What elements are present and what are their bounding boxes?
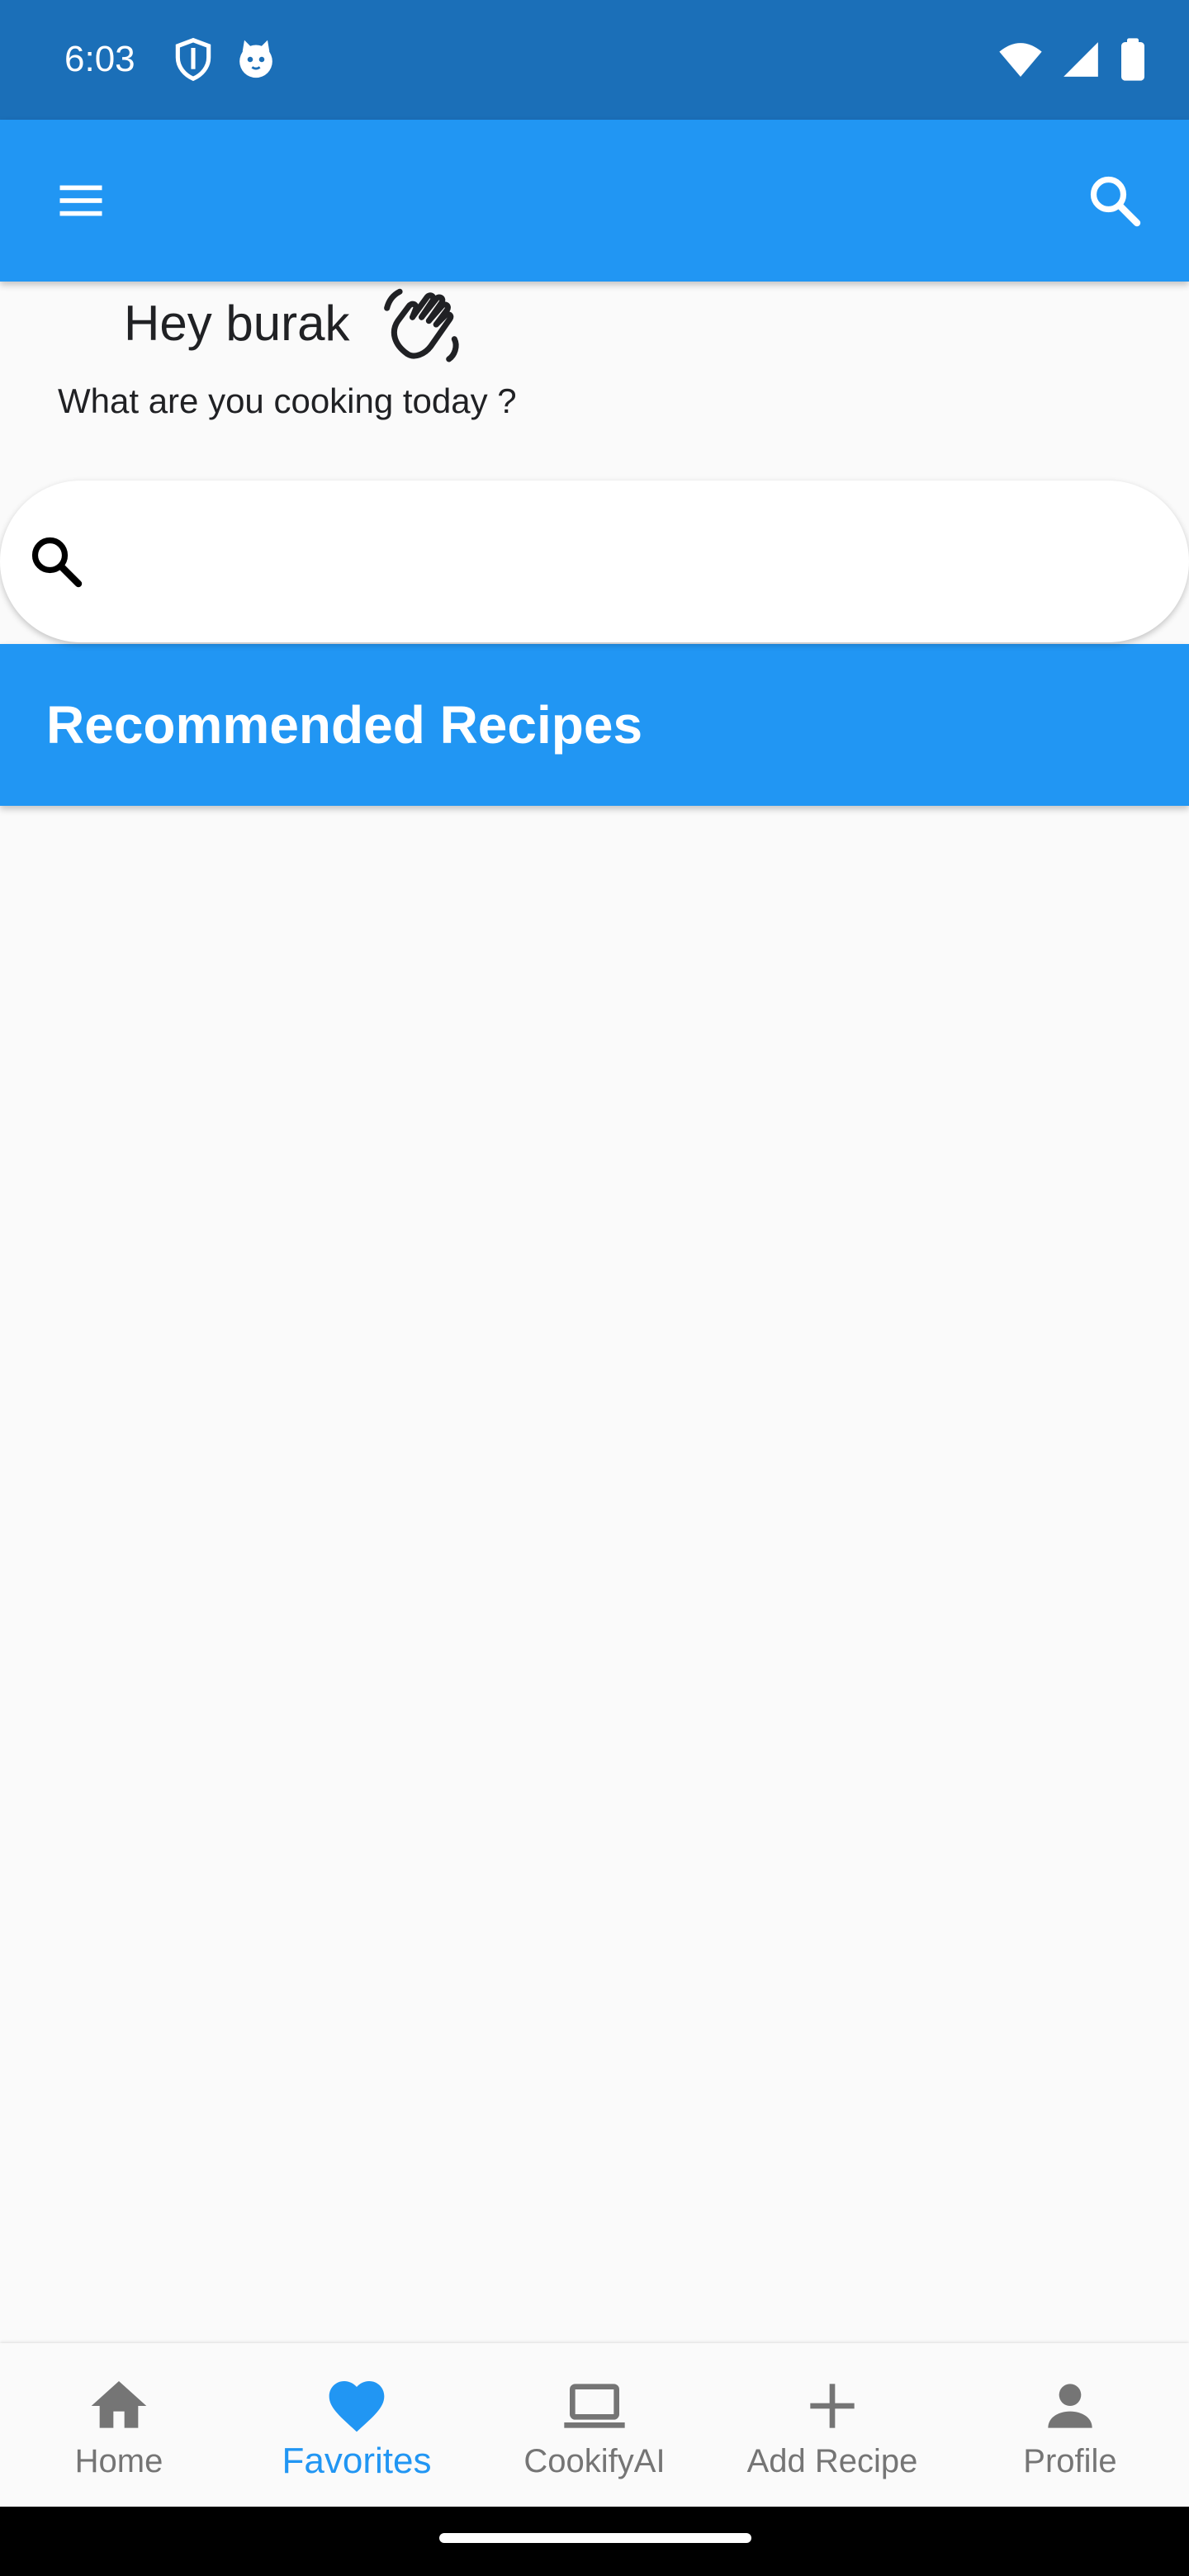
nav-favorites[interactable]: Favorites [238, 2343, 476, 2507]
nav-label: CookifyAI [523, 2443, 666, 2479]
nav-profile[interactable]: Profile [951, 2343, 1189, 2507]
shield-icon [175, 37, 211, 82]
greeting-title: Hey burak [124, 296, 350, 351]
recipe-list [0, 806, 1189, 2343]
search-icon [31, 537, 83, 588]
nav-add-recipe[interactable]: Add Recipe [713, 2343, 951, 2507]
bottom-navigation: Home Favorites CookifyAI Add Recipe Prof… [0, 2343, 1189, 2507]
menu-icon [59, 185, 102, 216]
app-bar [0, 120, 1189, 282]
search-button[interactable] [1073, 159, 1156, 242]
search-input[interactable] [107, 514, 1135, 611]
plus-icon [810, 2384, 855, 2428]
battery-icon [1121, 38, 1144, 81]
laptop-icon [564, 2384, 625, 2428]
nav-label: Favorites [282, 2441, 432, 2481]
search-icon [1090, 176, 1141, 227]
heart-icon [329, 2381, 385, 2432]
status-icons [997, 36, 1148, 83]
status-time: 6:03 [64, 39, 135, 79]
recommended-recipes-header: Recommended Recipes [0, 644, 1189, 806]
recipe-search-bar[interactable] [0, 481, 1189, 642]
home-icon [91, 2381, 147, 2428]
cat-icon [239, 40, 272, 78]
status-bar: 6:03 [0, 0, 1189, 120]
waving-hand-icon [384, 288, 459, 362]
section-title: Recommended Recipes [46, 695, 643, 755]
nav-label: Add Recipe [746, 2443, 918, 2479]
nav-label: Profile [1023, 2443, 1117, 2479]
person-icon [1048, 2384, 1092, 2428]
signal-icon [1063, 42, 1098, 77]
nav-label: Home [74, 2443, 163, 2479]
screen: 6:03 Hey burak What are you cooking toda… [0, 0, 1189, 2576]
greeting-subtitle: What are you cooking today ? [58, 381, 517, 420]
wifi-icon [999, 43, 1042, 77]
nav-cookifyai[interactable]: CookifyAI [476, 2343, 713, 2507]
home-gesture-handle[interactable] [439, 2533, 751, 2543]
menu-button[interactable] [40, 159, 122, 242]
system-navigation-bar [0, 2507, 1189, 2576]
nav-home[interactable]: Home [0, 2343, 238, 2507]
